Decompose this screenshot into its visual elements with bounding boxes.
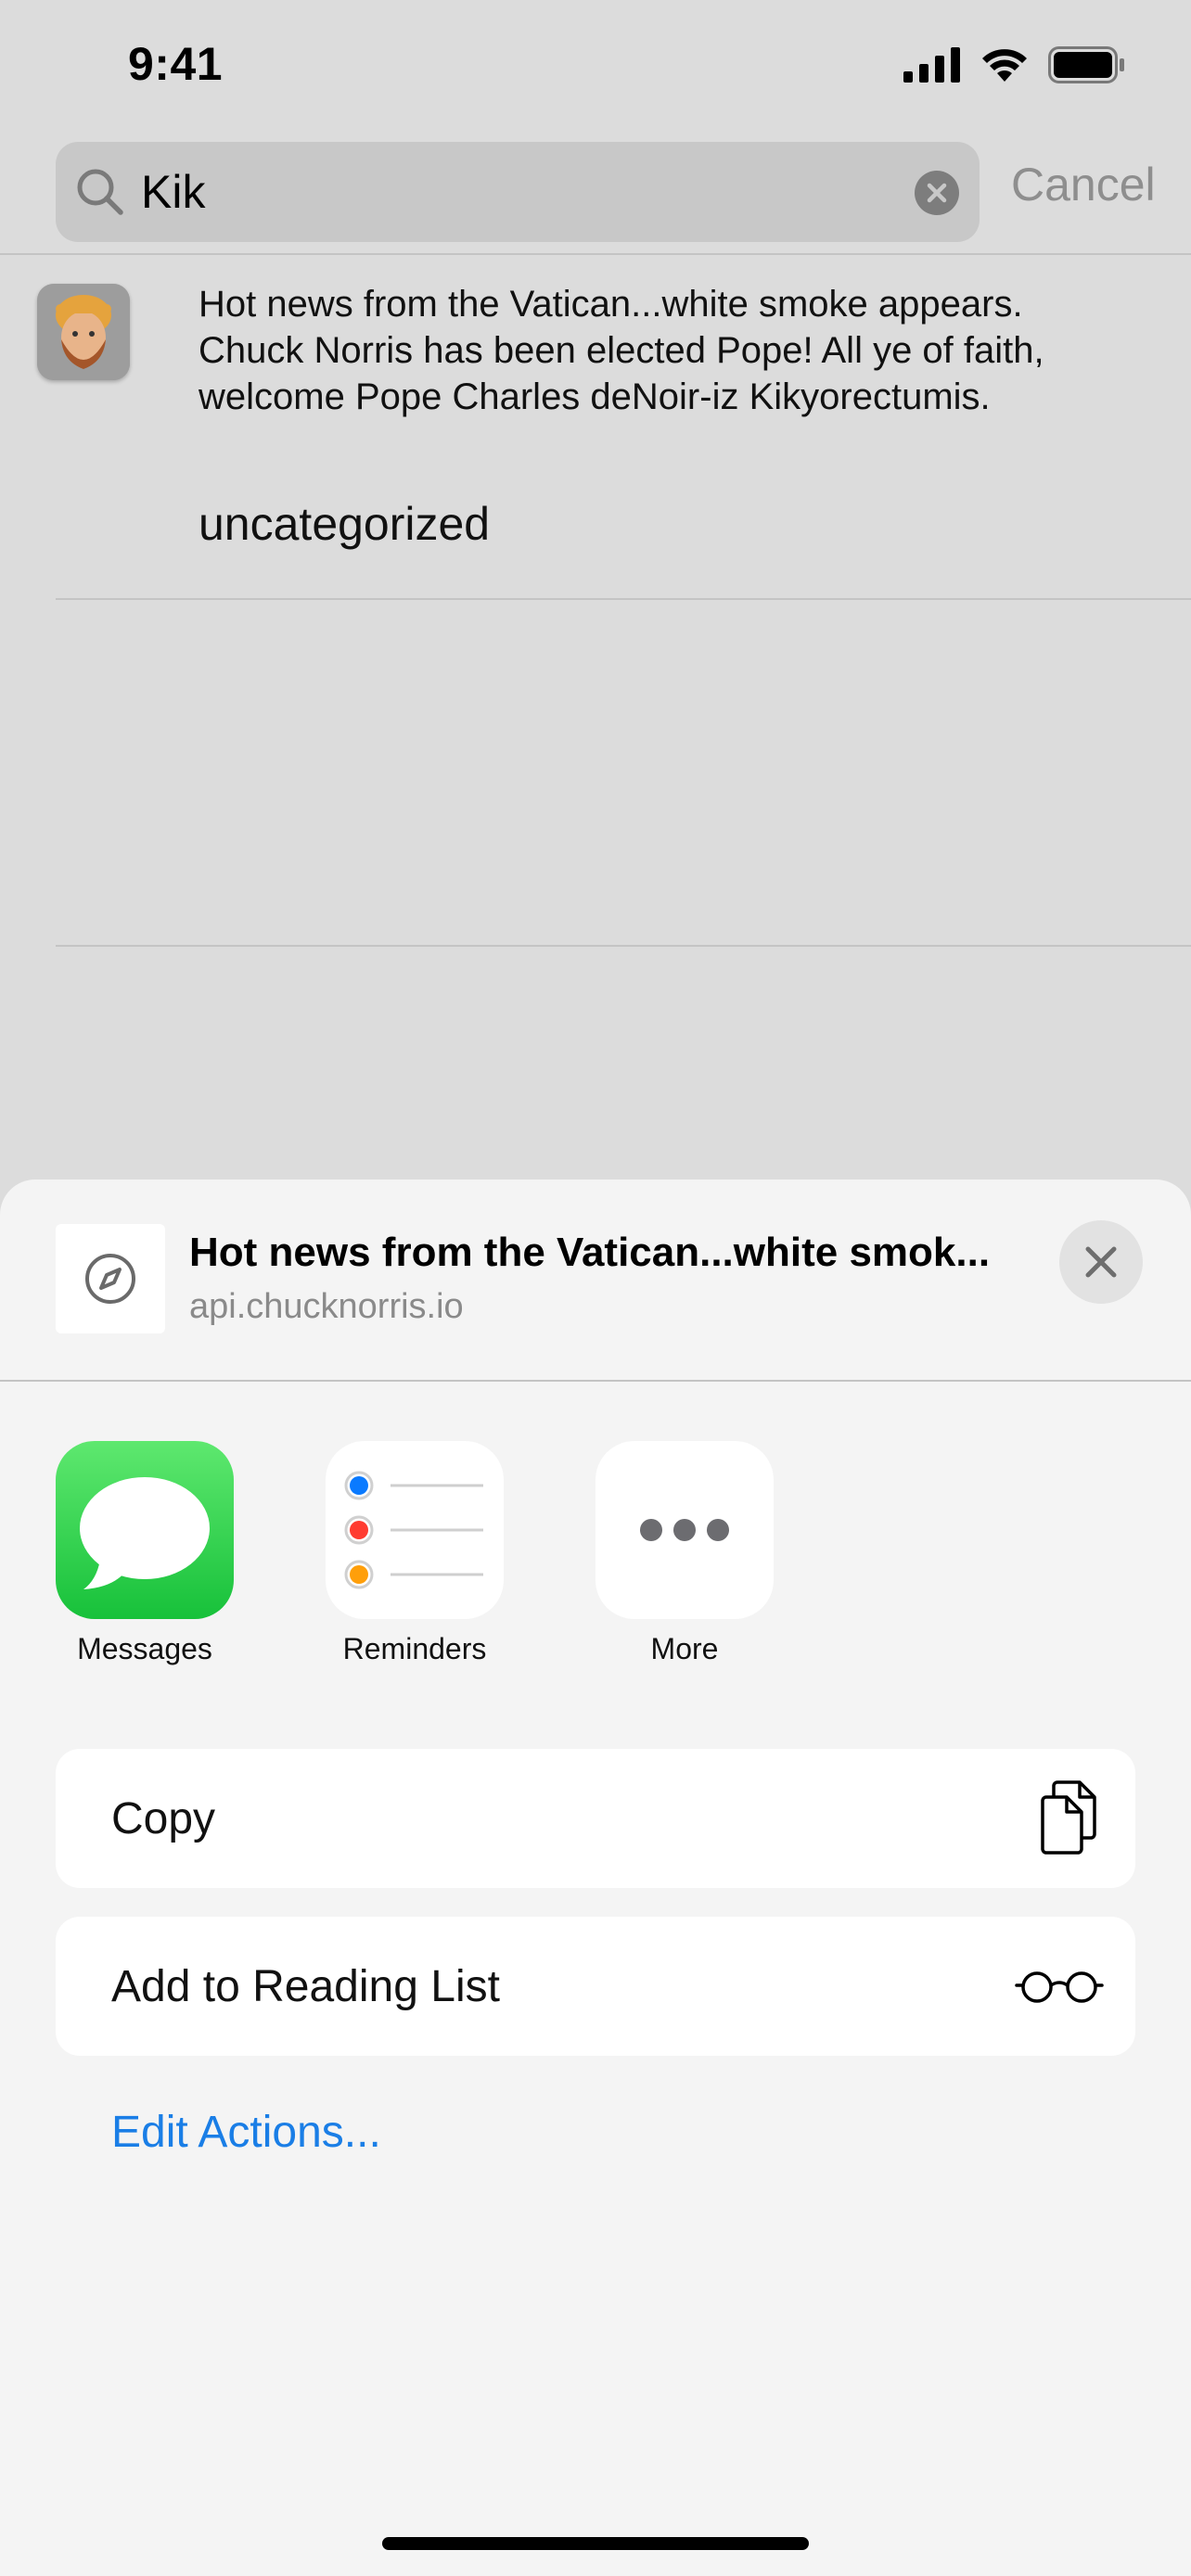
app-reminders[interactable]: Reminders xyxy=(326,1441,504,1666)
cellular-signal-icon xyxy=(903,47,960,83)
messages-icon xyxy=(56,1441,234,1619)
row-divider xyxy=(56,945,1191,947)
row-divider xyxy=(56,598,1191,600)
close-button[interactable] xyxy=(1059,1220,1143,1304)
home-indicator[interactable] xyxy=(382,2537,809,2550)
more-icon xyxy=(596,1441,774,1619)
search-input[interactable] xyxy=(141,160,939,223)
share-title: Hot news from the Vatican...white smok..… xyxy=(189,1230,991,1275)
copy-action[interactable]: Copy xyxy=(56,1749,1135,1888)
battery-icon xyxy=(1048,46,1124,83)
close-icon xyxy=(1085,1246,1117,1278)
action-label: Copy xyxy=(111,1794,216,1843)
wifi-icon xyxy=(982,49,1027,82)
app-label: Messages xyxy=(77,1632,212,1665)
app-label: Reminders xyxy=(342,1632,487,1665)
reminders-icon xyxy=(326,1441,504,1619)
share-header-divider xyxy=(0,1380,1191,1382)
search-bar[interactable] xyxy=(56,142,980,242)
share-sheet: Hot news from the Vatican...white smok..… xyxy=(0,1180,1191,2576)
compass-icon xyxy=(85,1254,135,1304)
share-preview-thumbnail xyxy=(56,1224,165,1333)
copy-icon xyxy=(1041,1780,1096,1855)
category-label: uncategorized xyxy=(198,498,491,550)
edit-actions-link[interactable]: Edit Actions... xyxy=(111,2107,381,2158)
cancel-button[interactable]: Cancel xyxy=(1011,158,1156,211)
status-time: 9:41 xyxy=(128,38,224,90)
status-bar: 9:41 xyxy=(0,0,1191,130)
avatar xyxy=(37,284,130,380)
search-icon xyxy=(77,169,123,215)
chuck-norris-avatar-icon xyxy=(37,284,130,380)
app-label: More xyxy=(650,1632,719,1665)
joke-text[interactable]: Hot news from the Vatican...white smoke … xyxy=(198,281,1126,420)
clear-search-icon[interactable] xyxy=(915,171,959,215)
status-icons xyxy=(903,46,1126,83)
search-divider xyxy=(0,253,1191,255)
app-messages[interactable]: Messages xyxy=(56,1441,234,1666)
add-to-reading-list-action[interactable]: Add to Reading List xyxy=(56,1917,1135,2056)
share-subtitle: api.chucknorris.io xyxy=(189,1287,464,1326)
action-label: Add to Reading List xyxy=(111,1962,500,2011)
glasses-icon xyxy=(1015,1971,1104,2003)
app-more[interactable]: More xyxy=(596,1441,774,1666)
